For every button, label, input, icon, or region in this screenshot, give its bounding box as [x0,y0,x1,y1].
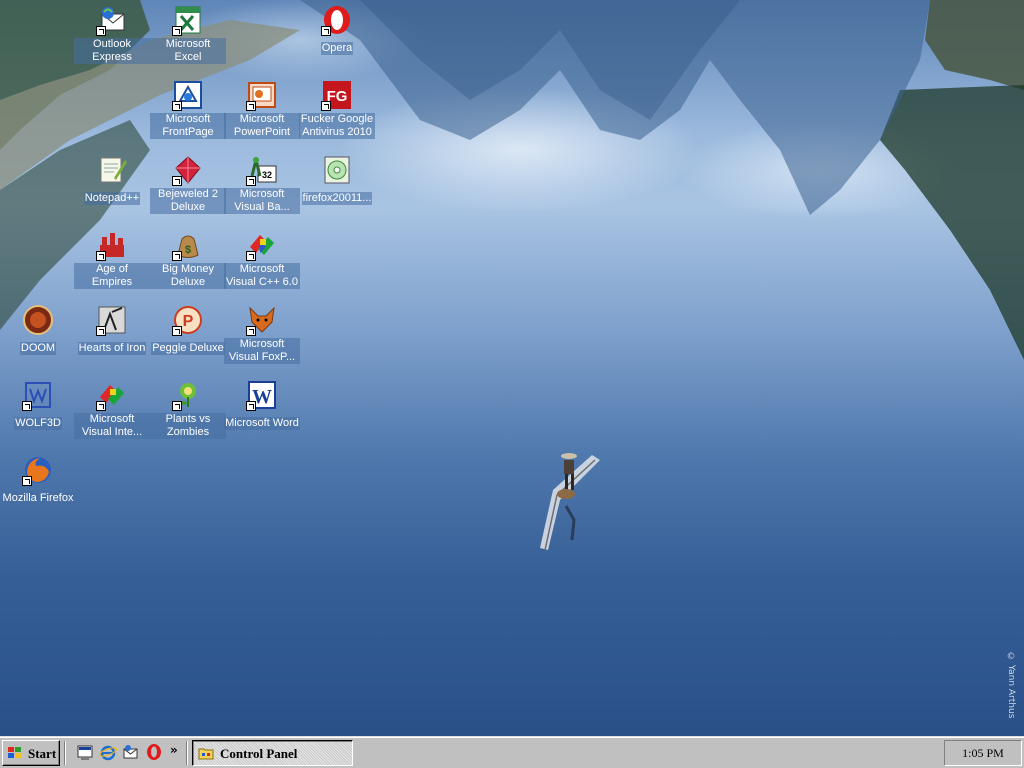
desktop-icon-excel[interactable]: Microsoft Excel [150,4,226,65]
desktop-icon-frontpage[interactable]: Microsoft FrontPage [150,79,226,140]
desktop-icon-outlook-express[interactable]: Outlook Express [74,4,150,65]
desktop-icon-notepad-plus-plus[interactable]: Notepad++ [74,154,150,206]
taskbar-button-control-panel[interactable]: Control Panel [192,740,353,766]
svg-text:32: 32 [262,170,272,180]
visual-basic-icon: 32 [246,154,278,186]
desktop-icon-powerpoint[interactable]: Microsoft PowerPoint [224,79,300,140]
desktop[interactable]: © Yann Arthus Outlook Express Microsoft … [0,0,1024,736]
internet-explorer-icon[interactable] [99,743,117,761]
desktop-icon-hearts-of-iron[interactable]: Hearts of Iron [74,304,150,356]
desktop-icon-mozilla-firefox[interactable]: Mozilla Firefox [0,454,76,506]
frontpage-icon [172,79,204,111]
desktop-icon-opera[interactable]: Opera [299,4,375,56]
start-button[interactable]: Start [2,740,60,766]
peggle-icon: P [172,304,204,336]
desktop-icon-visual-basic[interactable]: 32 Microsoft Visual Ba... [224,154,300,215]
task-button-label: Control Panel [220,746,298,761]
desktop-icon-doom[interactable]: DOOM [0,304,76,356]
system-tray: 1:05 PM [944,740,1022,766]
taskbar: Start » Control Panel 1:05 PM [0,736,1024,768]
visual-cpp-icon [246,229,278,261]
quick-launch-overflow-button[interactable]: » [170,743,178,757]
desktop-icon-peggle[interactable]: P Peggle Deluxe [150,304,226,356]
word-icon: W [246,379,278,411]
powerpoint-icon [246,79,278,111]
start-label: Start [28,746,57,761]
hearts-of-iron-icon [96,304,128,336]
bejeweled-icon [172,154,204,186]
cd-installer-icon [321,154,353,186]
desktop-icon-firefox-installer[interactable]: firefox20011... [299,154,375,206]
excel-icon [172,4,204,36]
visual-interdev-icon [96,379,128,411]
show-desktop-icon[interactable] [76,743,94,761]
wallpaper-copyright: © Yann Arthus [1006,652,1016,719]
taskbar-separator [64,741,66,765]
desktop-icon-antivirus[interactable]: FG Fucker Google Antivirus 2010 [299,79,375,140]
desktop-icon-bejeweled[interactable]: Bejeweled 2 Deluxe [150,154,226,215]
clock[interactable]: 1:05 PM [945,746,1021,761]
control-panel-folder-icon [198,748,214,760]
notepad-plus-plus-icon [96,154,128,186]
taskbar-separator [186,741,188,765]
desktop-icon-visual-foxpro[interactable]: Microsoft Visual FoxP... [224,304,300,365]
svg-text:$: $ [185,244,191,256]
desktop-icon-wolf3d[interactable]: WOLF3D [0,379,76,431]
age-of-empires-icon [96,229,128,261]
outlook-express-icon [96,4,128,36]
desktop-icon-word[interactable]: W Microsoft Word [224,379,300,431]
opera-icon[interactable] [145,743,163,761]
firefox-icon [22,454,54,486]
desktop-icon-plants-vs-zombies[interactable]: Plants vs Zombies [150,379,226,440]
desktop-icon-visual-cpp[interactable]: Microsoft Visual C++ 6.0 [224,229,300,290]
svg-text:P: P [183,313,194,330]
desktop-icon-big-money[interactable]: $ Big Money Deluxe [150,229,226,290]
plants-vs-zombies-icon [172,379,204,411]
antivirus-icon: FG [321,79,353,111]
desktop-icon-visual-interdev[interactable]: Microsoft Visual Inte... [74,379,150,440]
windows-logo-icon [8,747,21,758]
wolf3d-icon [22,379,54,411]
opera-icon [321,4,353,36]
money-bag-icon: $ [172,229,204,261]
visual-foxpro-icon [246,304,278,336]
doom-icon [22,304,54,336]
desktop-icon-age-of-empires[interactable]: Age of Empires [74,229,150,290]
outlook-express-icon[interactable] [122,743,140,761]
